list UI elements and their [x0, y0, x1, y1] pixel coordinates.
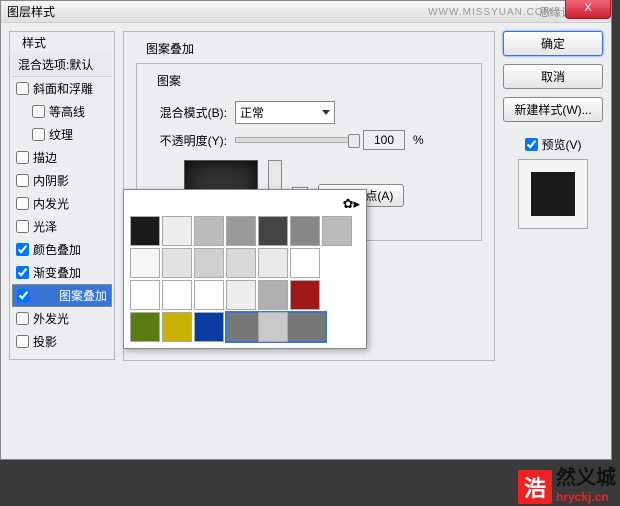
pattern-cell[interactable]: [162, 216, 192, 246]
pattern-cell: [322, 312, 352, 342]
brand-url: WWW.MISSYUAN.COM: [428, 7, 553, 18]
pattern-cell: [322, 280, 352, 310]
style-item-0[interactable]: 斜面和浮雕: [12, 77, 112, 100]
chevron-down-icon: [322, 110, 330, 115]
preview-label: 预览(V): [542, 136, 582, 153]
logo-url: hryckj.cn: [556, 490, 609, 504]
style-label: 光泽: [33, 218, 57, 235]
style-label: 外发光: [33, 310, 69, 327]
pattern-picker-popup: ✿▸: [123, 189, 367, 349]
style-check[interactable]: [16, 312, 29, 325]
pattern-cell[interactable]: [194, 248, 224, 278]
style-check[interactable]: [17, 289, 30, 302]
opacity-slider[interactable]: [235, 137, 355, 143]
styles-fieldset: 样式 混合选项:默认 斜面和浮雕等高线纹理描边内阴影内发光光泽颜色叠加渐变叠加图…: [9, 31, 115, 360]
pattern-cell[interactable]: [162, 312, 192, 342]
pattern-cell[interactable]: [290, 216, 320, 246]
style-check[interactable]: [16, 243, 29, 256]
style-label: 描边: [33, 149, 57, 166]
pattern-cell: [290, 312, 320, 342]
style-item-9[interactable]: 图案叠加: [12, 284, 112, 307]
preview-thumb: [531, 172, 575, 216]
pattern-cell[interactable]: [194, 280, 224, 310]
style-check[interactable]: [16, 151, 29, 164]
style-check[interactable]: [16, 335, 29, 348]
pattern-cell[interactable]: [290, 280, 320, 310]
style-item-6[interactable]: 光泽: [12, 215, 112, 238]
style-label: 图案叠加: [59, 287, 107, 304]
panel-legend: 图案叠加: [142, 40, 198, 57]
ok-button[interactable]: 确定: [503, 31, 603, 56]
style-label: 纹理: [49, 126, 73, 143]
watermark-logo: 浩 然义城 hryckj.cn: [518, 461, 616, 504]
opacity-label: 不透明度(Y):: [147, 132, 227, 149]
style-check[interactable]: [16, 197, 29, 210]
close-button[interactable]: X: [565, 0, 611, 19]
pattern-cell[interactable]: [258, 216, 288, 246]
style-label: 内发光: [33, 195, 69, 212]
pattern-cell[interactable]: [194, 312, 224, 342]
pattern-cell[interactable]: [162, 280, 192, 310]
pattern-cell[interactable]: [258, 248, 288, 278]
style-label: 投影: [33, 333, 57, 350]
opacity-unit: %: [413, 133, 424, 147]
pattern-cell[interactable]: [130, 280, 160, 310]
style-item-1[interactable]: 等高线: [12, 100, 112, 123]
opacity-input[interactable]: 100: [363, 130, 405, 150]
pattern-cell[interactable]: [290, 248, 320, 278]
pattern-cell[interactable]: [258, 312, 288, 342]
blend-mode-value: 正常: [240, 104, 264, 121]
blend-mode-select[interactable]: 正常: [235, 101, 335, 124]
pattern-cell[interactable]: [194, 216, 224, 246]
blend-mode-label: 混合模式(B):: [147, 104, 227, 121]
style-item-5[interactable]: 内发光: [12, 192, 112, 215]
dialog-buttons: 确定 取消 新建样式(W)... 预览(V): [503, 31, 603, 451]
pattern-cell[interactable]: [162, 248, 192, 278]
pattern-cell[interactable]: [226, 216, 256, 246]
pattern-cell[interactable]: [130, 248, 160, 278]
style-label: 颜色叠加: [33, 241, 81, 258]
style-label: 斜面和浮雕: [33, 80, 93, 97]
style-item-2[interactable]: 纹理: [12, 123, 112, 146]
preview-box: [518, 159, 588, 229]
pattern-cell[interactable]: [322, 216, 352, 246]
style-check[interactable]: [16, 220, 29, 233]
logo-text: 然义城: [556, 461, 616, 490]
style-item-10[interactable]: 外发光: [12, 307, 112, 330]
slider-knob[interactable]: [348, 134, 360, 148]
inner-legend: 图案: [153, 72, 185, 89]
cancel-button[interactable]: 取消: [503, 64, 603, 89]
style-item-4[interactable]: 内阴影: [12, 169, 112, 192]
pattern-cell[interactable]: [226, 248, 256, 278]
style-item-3[interactable]: 描边: [12, 146, 112, 169]
pattern-cell: [322, 248, 352, 278]
new-style-button[interactable]: 新建样式(W)...: [503, 97, 603, 122]
style-check[interactable]: [32, 105, 45, 118]
style-check[interactable]: [16, 174, 29, 187]
style-check[interactable]: [16, 266, 29, 279]
pattern-cell[interactable]: [258, 280, 288, 310]
gear-icon[interactable]: ✿▸: [343, 196, 360, 212]
style-item-8[interactable]: 渐变叠加: [12, 261, 112, 284]
layer-style-dialog: 图层样式 思缘设计论坛 X WWW.MISSYUAN.COM 样式 混合选项:默…: [0, 0, 612, 460]
style-item-7[interactable]: 颜色叠加: [12, 238, 112, 261]
style-check[interactable]: [32, 128, 45, 141]
styles-legend: 样式: [18, 34, 50, 51]
preview-check[interactable]: [525, 138, 538, 151]
style-check[interactable]: [16, 82, 29, 95]
logo-char: 浩: [518, 470, 552, 504]
pattern-cell[interactable]: [130, 216, 160, 246]
style-label: 内阴影: [33, 172, 69, 189]
style-item-11[interactable]: 投影: [12, 330, 112, 353]
pattern-cell[interactable]: [130, 312, 160, 342]
titlebar: 图层样式 思缘设计论坛 X WWW.MISSYUAN.COM: [1, 1, 611, 23]
preview-checkbox[interactable]: 预览(V): [525, 136, 582, 153]
pattern-cell[interactable]: [226, 280, 256, 310]
style-label: 渐变叠加: [33, 264, 81, 281]
blend-options-item[interactable]: 混合选项:默认: [12, 53, 112, 77]
style-label: 等高线: [49, 103, 85, 120]
